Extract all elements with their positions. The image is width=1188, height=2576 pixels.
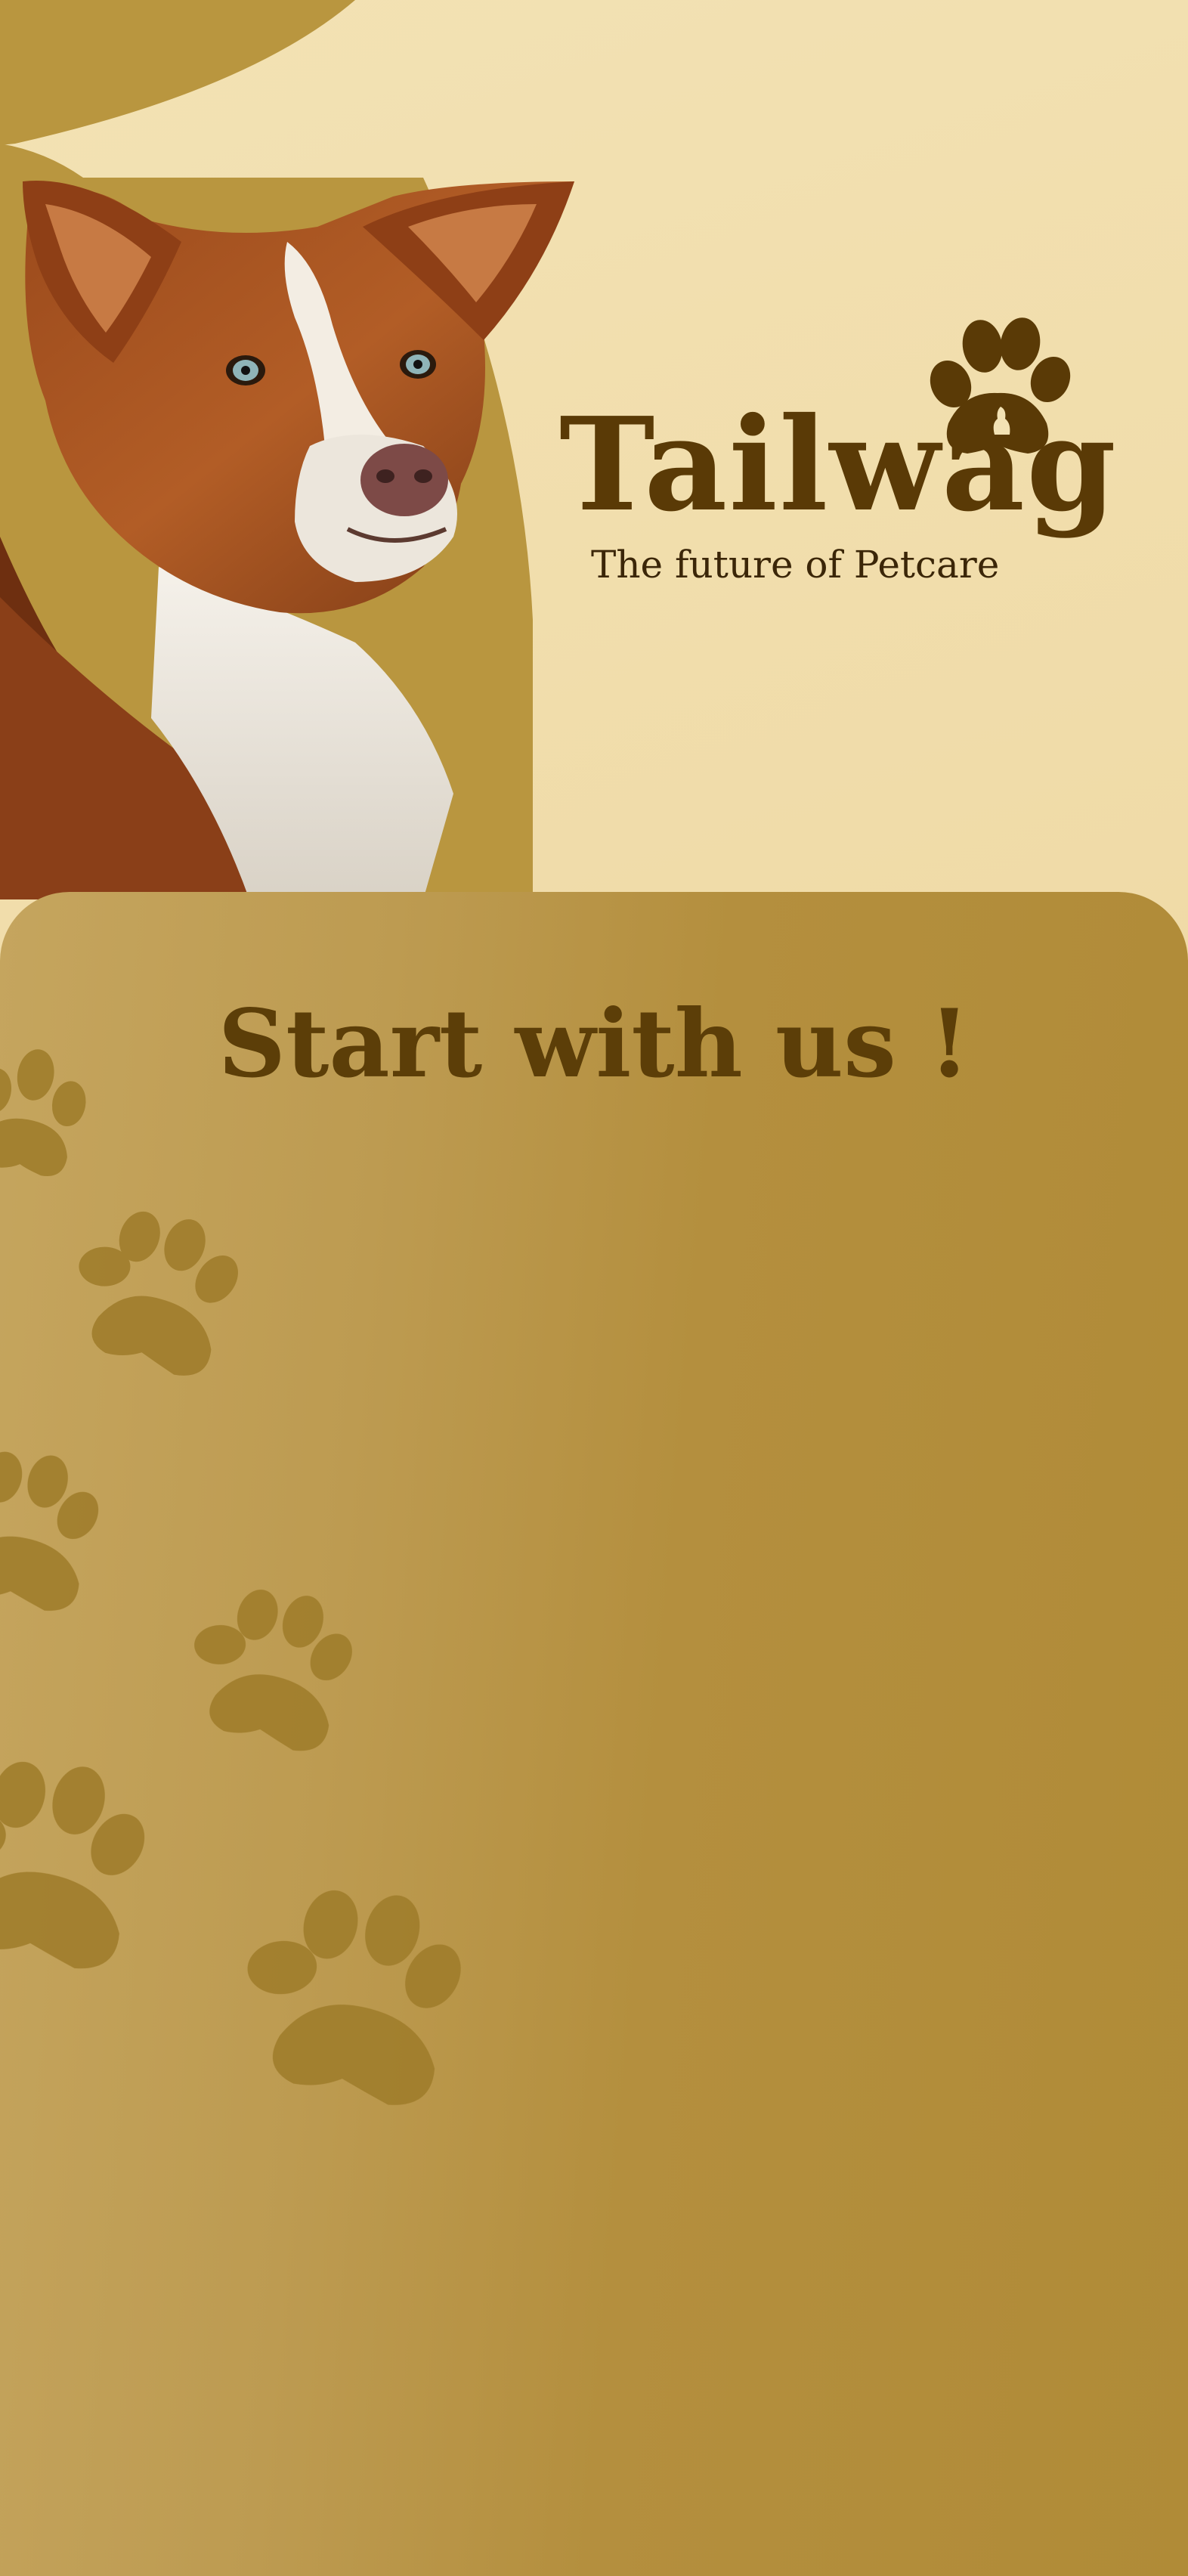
paw-print-icon xyxy=(79,1211,238,1376)
paw-print-icon xyxy=(194,1590,352,1751)
tagline: The future of Petcare xyxy=(591,543,1000,587)
paw-print-icon xyxy=(247,1890,461,2105)
dog-illustration xyxy=(0,181,575,899)
paw-prints-decoration xyxy=(0,1049,461,2105)
paw-print-icon xyxy=(0,1451,99,1611)
start-panel: Start with us ! xyxy=(0,892,1188,2576)
top-left-blob xyxy=(0,0,355,145)
brand-logo: Tailwag The future of Petcare xyxy=(559,310,1116,597)
app-name: Tailwag xyxy=(559,389,1118,540)
start-title: Start with us ! xyxy=(218,989,970,1099)
paw-print-icon xyxy=(0,1761,145,1969)
onboarding-screen: Tailwag The future of Petcare Start with… xyxy=(0,0,1188,2576)
